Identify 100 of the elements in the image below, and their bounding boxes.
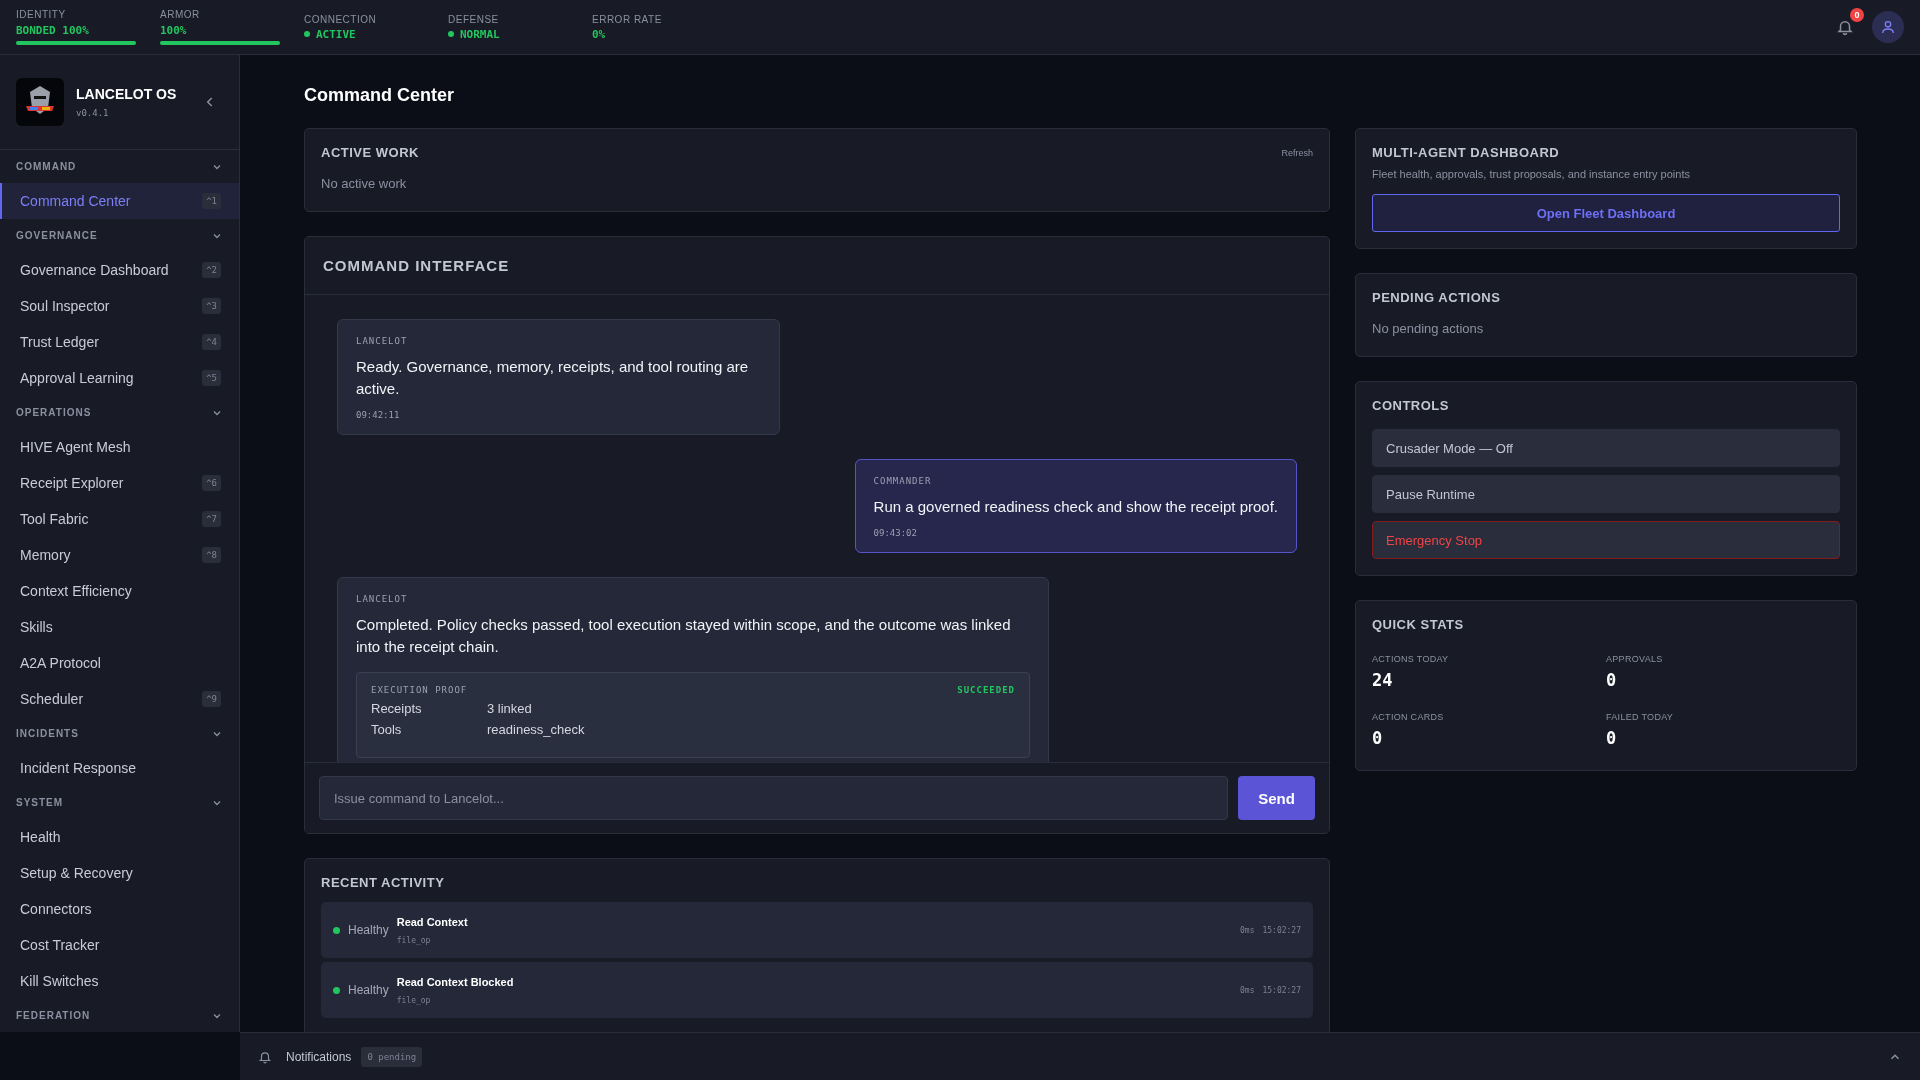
refresh-link[interactable]: Refresh xyxy=(1281,147,1313,158)
nav-item[interactable]: Memory ^8 xyxy=(0,537,239,573)
proof-label: Tools xyxy=(371,722,403,737)
shortcut-badge: ^6 xyxy=(202,475,221,491)
section-header[interactable]: FEDERATION xyxy=(0,999,239,1032)
metric-label: IDENTITY xyxy=(16,9,67,20)
activity-time: 15:02:27 xyxy=(1262,985,1301,995)
nav-item[interactable]: Trust Ledger ^4 xyxy=(0,324,239,360)
nav-item[interactable]: Health xyxy=(0,819,239,855)
stat-value: 0 xyxy=(1606,670,1618,690)
control-button[interactable]: Crusader Mode — Off xyxy=(1372,429,1840,467)
section-title: GOVERNANCE xyxy=(16,230,98,241)
pending-badge: 0 pending xyxy=(361,1046,423,1067)
metric-label: ARMOR xyxy=(160,9,201,20)
proof-status: SUCCEEDED xyxy=(957,685,1015,695)
nav-item[interactable]: HIVE Agent Mesh xyxy=(0,429,239,465)
metric-label: DEFENSE xyxy=(448,13,500,25)
nav-label: Memory xyxy=(20,547,71,563)
user-avatar[interactable] xyxy=(1872,11,1904,43)
nav-label: Command Center xyxy=(20,193,131,209)
nav-label: Tool Fabric xyxy=(20,511,89,527)
nav-item[interactable]: Tool Fabric ^7 xyxy=(0,501,239,537)
nav-item[interactable]: Governance Dashboard ^2 xyxy=(0,252,239,288)
activity-row[interactable]: Healthy Read Context file_op 0ms 15:02:27 xyxy=(321,902,1313,958)
nav-item[interactable]: Setup & Recovery xyxy=(0,855,239,891)
metric-label: ERROR RATE xyxy=(592,13,663,25)
stat-value: 0 xyxy=(1606,728,1618,748)
message-sender: LANCELOT xyxy=(356,594,409,604)
nav-item[interactable]: Receipt Explorer ^6 xyxy=(0,465,239,501)
send-button[interactable]: Send xyxy=(1238,776,1315,820)
section-title: OPERATIONS xyxy=(16,407,92,418)
stat-value: 24 xyxy=(1372,670,1394,690)
activity-type: file_op xyxy=(396,995,432,1005)
shortcut-badge: ^5 xyxy=(202,370,221,386)
command-input[interactable]: Issue command to Lancelot... xyxy=(319,776,1228,820)
app-version: v0.4.1 xyxy=(76,108,110,118)
shortcut-badge: ^8 xyxy=(202,547,221,563)
activity-status: Healthy xyxy=(348,923,389,937)
stat-value: 0 xyxy=(1372,728,1384,748)
nav-label: Setup & Recovery xyxy=(20,865,133,881)
section-title: FEDERATION xyxy=(16,1010,91,1021)
card-title: RECENT ACTIVITY xyxy=(321,875,446,890)
section-title: SYSTEM xyxy=(16,797,64,808)
bell-icon xyxy=(1836,18,1854,36)
message-time: 09:43:02 xyxy=(873,528,918,538)
nav-label: Skills xyxy=(20,619,53,635)
message-sender: COMMANDER xyxy=(873,476,933,486)
nav-label: Cost Tracker xyxy=(20,937,100,953)
nav-label: Soul Inspector xyxy=(20,298,110,314)
stat-label: ACTIONS TODAY xyxy=(1372,654,1450,664)
nav-label: Connectors xyxy=(20,901,92,917)
section-header[interactable]: GOVERNANCE xyxy=(0,219,239,252)
activity-row[interactable]: Healthy Read Context Blocked file_op 0ms 15:02:27 xyxy=(321,962,1313,1018)
control-button[interactable]: Pause Runtime xyxy=(1372,475,1840,513)
metric-value: ACTIVE xyxy=(316,27,356,41)
nav-label: Trust Ledger xyxy=(20,334,99,350)
nav-item[interactable]: Connectors xyxy=(0,891,239,927)
proof-title: EXECUTION PROOF xyxy=(371,685,468,695)
section-header[interactable]: INCIDENTS xyxy=(0,717,239,750)
nav-item[interactable]: Soul Inspector ^3 xyxy=(0,288,239,324)
nav-label: Receipt Explorer xyxy=(20,475,124,491)
nav-item[interactable]: Approval Learning ^5 xyxy=(0,360,239,396)
empty-message: No active work xyxy=(321,176,408,191)
nav-item[interactable]: A2A Protocol xyxy=(0,645,239,681)
helmet-logo-icon xyxy=(16,78,64,126)
nav-label: HIVE Agent Mesh xyxy=(20,439,131,455)
status-dot xyxy=(304,31,310,37)
proof-label: Receipts xyxy=(371,701,423,716)
message-time: 09:42:11 xyxy=(356,410,401,420)
metric-label: CONNECTION xyxy=(304,13,378,25)
nav-item[interactable]: Command Center ^1 xyxy=(0,183,239,219)
stat-label: FAILED TODAY xyxy=(1606,712,1675,722)
message-text: Completed. Policy checks passed, tool execution stayed within scope, and the outcome was linked into the receipt chain. xyxy=(356,615,1012,657)
nav-item[interactable]: Cost Tracker xyxy=(0,927,239,963)
open-fleet-dashboard-button[interactable]: Open Fleet Dashboard xyxy=(1372,194,1840,232)
nav-label: Health xyxy=(20,829,61,845)
metric-value: 100% xyxy=(160,24,188,37)
proof-value: readiness_check xyxy=(487,722,585,737)
nav-item[interactable]: Scheduler ^9 xyxy=(0,681,239,717)
card-description: Fleet health, approvals, trust proposals, and instance entry points xyxy=(1372,168,1691,180)
nav-item[interactable]: Kill Switches xyxy=(0,963,239,999)
shortcut-badge: ^9 xyxy=(202,691,221,707)
app-name: LANCELOT OS xyxy=(76,86,178,102)
nav-label: Context Efficiency xyxy=(20,583,132,599)
nav-label: Scheduler xyxy=(20,691,84,707)
nav-item[interactable]: Context Efficiency xyxy=(0,573,239,609)
nav-item[interactable]: Skills xyxy=(0,609,239,645)
card-title: COMMAND INTERFACE xyxy=(323,257,511,274)
shortcut-badge: ^7 xyxy=(202,511,221,527)
empty-message: No pending actions xyxy=(1372,321,1485,336)
activity-type: file_op xyxy=(396,935,432,945)
section-header[interactable]: SYSTEM xyxy=(0,786,239,819)
activity-time: 15:02:27 xyxy=(1262,925,1301,935)
control-button[interactable]: Emergency Stop xyxy=(1372,521,1840,559)
notification-count: 0 xyxy=(1850,8,1864,22)
section-header[interactable]: OPERATIONS xyxy=(0,396,239,429)
nav-label: Approval Learning xyxy=(20,370,134,386)
nav-item[interactable]: Incident Response xyxy=(0,750,239,786)
section-header[interactable]: COMMAND xyxy=(0,150,239,183)
activity-title: Read Context Blocked xyxy=(396,975,515,988)
